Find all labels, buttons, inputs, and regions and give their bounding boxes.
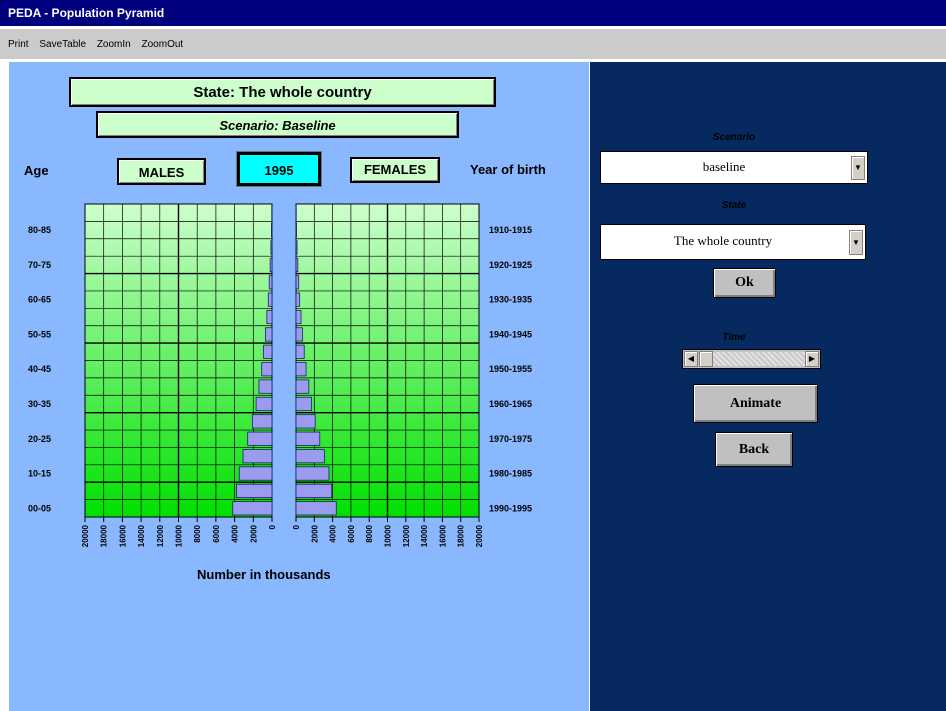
birth-year-tick-label: 1960-1965	[489, 399, 532, 409]
age-tick-label: 00-05	[28, 503, 51, 513]
age-tick-label: 50-55	[28, 329, 51, 339]
female-bar-80-85	[295, 222, 297, 238]
female-bar-70-75	[295, 257, 299, 272]
birth-year-tick-label: 1990-1995	[489, 503, 532, 513]
males-x-tick-label: 6000	[212, 524, 221, 542]
slider-thumb[interactable]	[699, 351, 713, 367]
males-x-tick-label: 12000	[156, 524, 165, 547]
males-x-tick-label: 14000	[137, 524, 146, 547]
age-tick-label: 30-35	[28, 399, 51, 409]
male-bar-10-15	[238, 466, 273, 481]
female-bar-60-65	[295, 292, 301, 307]
birth-year-tick-label: 1950-1955	[489, 364, 532, 374]
birth-year-tick-label: 1910-1915	[489, 225, 532, 235]
chevron-down-icon[interactable]: ▼	[849, 230, 863, 255]
male-bar-75-80	[270, 240, 273, 255]
male-bar-00-05	[232, 501, 273, 516]
males-x-tick-label: 2000	[249, 524, 258, 542]
chevron-right-icon[interactable]: ▶	[805, 351, 819, 367]
scenario-label: Scenario	[712, 132, 756, 143]
female-bar-55-60	[295, 309, 302, 325]
birth-year-tick-label: 1970-1975	[489, 434, 532, 444]
male-bar-25-30	[251, 414, 273, 429]
males-x-tick-label: 16000	[118, 524, 127, 547]
birth-year-tick-label: 1930-1935	[489, 295, 532, 305]
time-slider[interactable]: ◀ ▶	[682, 349, 821, 369]
female-bar-10-15	[295, 466, 330, 481]
male-bar-20-25	[247, 431, 273, 446]
state-value: The whole country	[673, 233, 773, 248]
female-bar-15-20	[295, 449, 325, 464]
slider-track[interactable]	[713, 352, 805, 366]
ok-button[interactable]: Ok	[713, 268, 776, 298]
male-bar-80-85	[271, 222, 273, 238]
birth-year-tick-label: 1920-1925	[489, 260, 532, 270]
male-bar-40-45	[261, 362, 273, 377]
female-bar-20-25	[295, 431, 321, 446]
males-x-tick-label: 10000	[175, 524, 184, 547]
chevron-left-icon[interactable]: ◀	[684, 351, 698, 367]
females-x-tick-label: 12000	[402, 524, 411, 547]
males-x-tick-label: 0	[268, 524, 277, 529]
male-bar-15-20	[242, 449, 273, 464]
male-bar-65-70	[268, 275, 273, 290]
age-tick-label: 70-75	[28, 260, 51, 270]
females-x-tick-label: 8000	[365, 524, 374, 542]
scenario-value: baseline	[702, 159, 746, 174]
x-axis-title: Number in thousands	[197, 567, 331, 582]
female-bar-25-30	[295, 414, 316, 429]
male-bar-45-50	[263, 344, 273, 359]
female-bar-30-35	[295, 396, 312, 412]
male-bar-35-40	[258, 379, 273, 394]
back-button[interactable]: Back	[715, 432, 793, 467]
male-bar-70-75	[269, 257, 273, 272]
males-x-tick-label: 8000	[193, 524, 202, 542]
female-bar-05-10	[295, 483, 333, 499]
females-x-tick-label: 2000	[310, 524, 319, 542]
females-x-tick-label: 6000	[347, 524, 356, 542]
females-x-tick-label: 16000	[438, 524, 447, 547]
state-dropdown[interactable]: The whole country ▼	[600, 224, 866, 260]
age-tick-label: 60-65	[28, 295, 51, 305]
birth-year-tick-label: 1940-1945	[489, 329, 532, 339]
birth-year-tick-label: 1980-1985	[489, 469, 532, 479]
male-bar-05-10	[236, 483, 273, 499]
females-x-tick-label: 0	[292, 524, 301, 529]
age-tick-label: 40-45	[28, 364, 51, 374]
time-label: Time	[722, 332, 746, 343]
male-bar-55-60	[266, 309, 273, 325]
females-x-tick-label: 20000	[475, 524, 484, 547]
female-bar-00-05	[295, 501, 337, 516]
age-tick-label: 20-25	[28, 434, 51, 444]
animate-button[interactable]: Animate	[693, 384, 818, 423]
females-x-tick-label: 4000	[329, 524, 338, 542]
age-tick-label: 10-15	[28, 469, 51, 479]
male-bar-30-35	[255, 396, 273, 412]
age-tick-label: 80-85	[28, 225, 51, 235]
males-x-tick-label: 20000	[81, 524, 90, 547]
female-bar-35-40	[295, 379, 310, 394]
males-x-tick-label: 4000	[231, 524, 240, 542]
males-x-tick-label: 18000	[100, 524, 109, 547]
state-label: State	[721, 200, 747, 211]
chevron-down-icon[interactable]: ▼	[851, 156, 865, 180]
scenario-dropdown[interactable]: baseline ▼	[600, 151, 868, 184]
female-bar-75-80	[295, 240, 298, 255]
male-bar-50-55	[265, 327, 273, 342]
females-x-tick-label: 10000	[384, 524, 393, 547]
female-bar-50-55	[295, 327, 303, 342]
females-x-tick-label: 18000	[457, 524, 466, 547]
female-bar-45-50	[295, 344, 305, 359]
male-bar-60-65	[267, 292, 273, 307]
female-bar-40-45	[295, 362, 307, 377]
female-bar-65-70	[295, 275, 300, 290]
females-x-tick-label: 14000	[420, 524, 429, 547]
